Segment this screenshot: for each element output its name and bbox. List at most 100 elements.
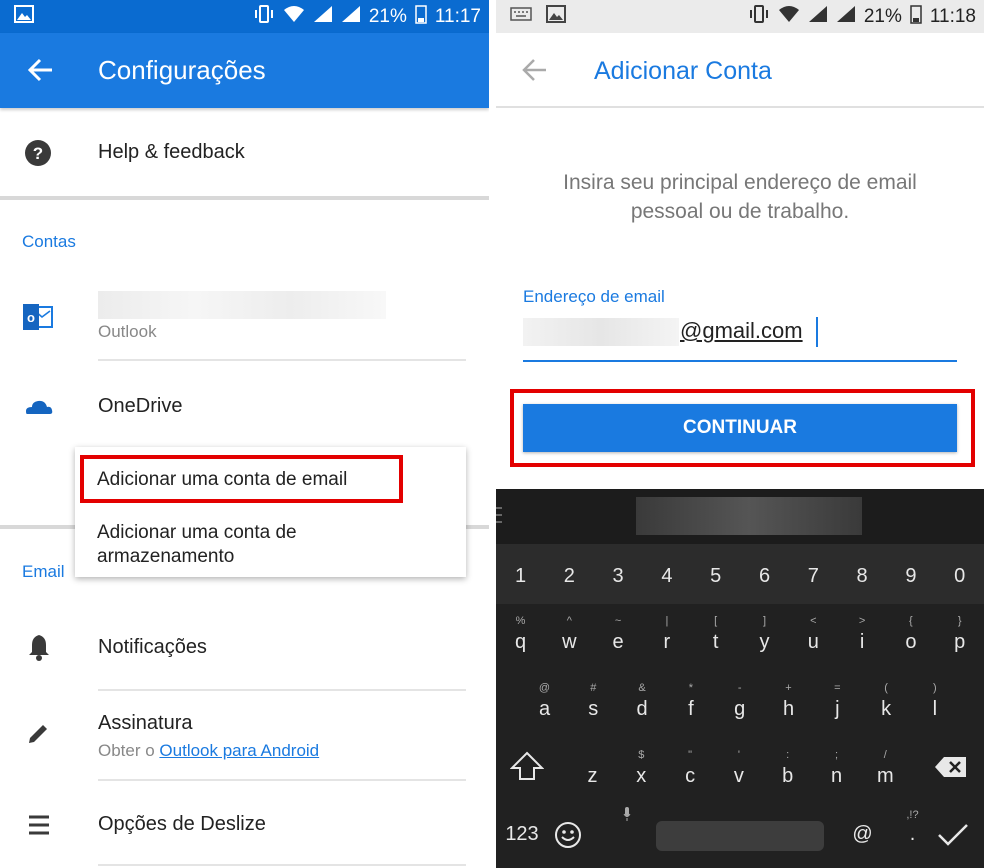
key-r-sup: |: [665, 615, 669, 627]
battery-percent: 21%: [368, 5, 407, 27]
key-k[interactable]: k(: [862, 682, 911, 721]
key-o[interactable]: o{: [886, 615, 935, 654]
key-w[interactable]: w ^: [545, 615, 594, 654]
signal2-icon: [341, 5, 361, 29]
drag-handle-icon[interactable]: [496, 505, 504, 530]
key-h-sup: +: [785, 682, 792, 694]
key-e[interactable]: e ~: [594, 615, 643, 654]
divider: [98, 689, 466, 691]
key-9[interactable]: 9: [886, 565, 935, 588]
signal-icon: [808, 5, 828, 29]
key-7[interactable]: 7: [789, 565, 838, 588]
key-w-sup: ^: [566, 615, 572, 627]
key-s[interactable]: s #: [569, 682, 618, 721]
key-l-sup: ): [933, 682, 937, 694]
key-j[interactable]: j =: [813, 682, 862, 721]
add-account-popup-menu: Adicionar uma conta de email Adicionar u…: [75, 447, 466, 577]
keyboard-notification-icon: [510, 6, 532, 28]
key-3[interactable]: 3: [594, 565, 643, 588]
key-0[interactable]: 0: [935, 565, 984, 588]
wifi-icon: [778, 5, 800, 29]
page-title: Adicionar Conta: [594, 57, 772, 85]
signal2-icon: [836, 5, 856, 29]
key-b[interactable]: b:: [763, 749, 812, 788]
back-arrow-icon[interactable]: [26, 55, 56, 85]
app-bar: Configurações: [0, 33, 489, 108]
key-c-sup: ": [688, 749, 693, 761]
key-p-sup: }: [957, 615, 962, 627]
key-1[interactable]: 1: [496, 565, 545, 588]
key-m[interactable]: m /: [861, 749, 910, 788]
key-6[interactable]: 6: [740, 565, 789, 588]
key-n[interactable]: n;: [812, 749, 861, 788]
menu-item-add-storage-account[interactable]: Adicionar uma conta de armazenamento: [97, 521, 397, 569]
key-b-sup: :: [786, 749, 790, 761]
key-t-sup: [: [714, 615, 718, 627]
svg-text:o: o: [27, 310, 35, 325]
key-x[interactable]: x $: [617, 749, 666, 788]
key-v[interactable]: v ': [714, 749, 763, 788]
at-key[interactable]: @: [838, 823, 887, 846]
right-screen: 21% 11:18 Adicionar Conta Insira seu pri…: [496, 0, 984, 868]
vibrate-icon: [748, 4, 770, 29]
menu-item-add-email-account[interactable]: Adicionar uma conta de email: [97, 469, 347, 491]
outlook-icon: o: [23, 304, 53, 335]
gallery-notification-icon: [546, 4, 566, 29]
email-field-value: @gmail.com: [680, 318, 803, 343]
spacebar[interactable]: [656, 821, 824, 851]
key-v-sup: ': [737, 749, 740, 761]
continue-button[interactable]: CONTINUAR: [523, 404, 957, 452]
emoji-icon[interactable]: [554, 821, 582, 854]
divider: [98, 359, 466, 361]
mic-icon[interactable]: [623, 807, 631, 826]
key-r[interactable]: r |: [642, 615, 691, 654]
key-c[interactable]: c ": [666, 749, 715, 788]
key-z[interactable]: z: [568, 765, 617, 788]
divider: [98, 864, 466, 866]
key-h[interactable]: h +: [764, 682, 813, 721]
key-5[interactable]: 5: [691, 565, 740, 588]
key-8[interactable]: 8: [838, 565, 887, 588]
assinatura-label: Assinatura: [98, 712, 193, 734]
svg-text:?: ?: [33, 144, 43, 163]
outlook-android-link[interactable]: Outlook para Android: [159, 741, 319, 760]
key-d-sup: &: [638, 682, 646, 694]
menu-lines-icon: [27, 815, 51, 840]
clock: 11:18: [929, 5, 976, 27]
assinatura-sub-prefix: Obter o: [98, 741, 160, 760]
wifi-icon: [283, 5, 305, 29]
checkmark-enter-icon[interactable]: [936, 821, 970, 854]
opcoes-deslize-label: Opções de Deslize: [98, 813, 266, 835]
punctuation-key-sup: ,!?: [906, 809, 919, 821]
status-bar: 21% 11:18: [496, 0, 984, 33]
key-2[interactable]: 2: [545, 565, 594, 588]
help-feedback-label: Help & feedback: [98, 141, 245, 163]
key-y-sup: ]: [762, 615, 767, 627]
key-l[interactable]: l): [910, 682, 959, 721]
pencil-icon: [26, 722, 50, 751]
section-contas: Contas: [22, 232, 76, 251]
key-t[interactable]: t[: [691, 615, 740, 654]
key-j-sup: =: [834, 682, 841, 694]
key-s-sup: #: [590, 682, 597, 694]
back-arrow-icon[interactable]: [520, 55, 550, 90]
key-u[interactable]: u <: [789, 615, 838, 654]
key-y[interactable]: y]: [740, 615, 789, 654]
key-a[interactable]: a @: [520, 682, 569, 721]
key-f[interactable]: f *: [666, 682, 715, 721]
key-x-sup: $: [638, 749, 645, 761]
battery-icon: [910, 4, 922, 30]
shift-icon[interactable]: [509, 751, 545, 786]
page-title: Configurações: [98, 55, 266, 85]
key-d[interactable]: d &: [618, 682, 667, 721]
backspace-icon[interactable]: [934, 755, 968, 784]
section-email: Email: [22, 562, 65, 581]
key-p[interactable]: p}: [935, 615, 984, 654]
key-q[interactable]: q%: [496, 615, 545, 654]
key-g[interactable]: g-: [715, 682, 764, 721]
key-i[interactable]: i >: [838, 615, 887, 654]
punctuation-key[interactable]: .,!?: [888, 809, 937, 846]
mode-switch-key[interactable]: 123: [502, 823, 542, 846]
bell-icon: [27, 633, 51, 666]
key-4[interactable]: 4: [642, 565, 691, 588]
